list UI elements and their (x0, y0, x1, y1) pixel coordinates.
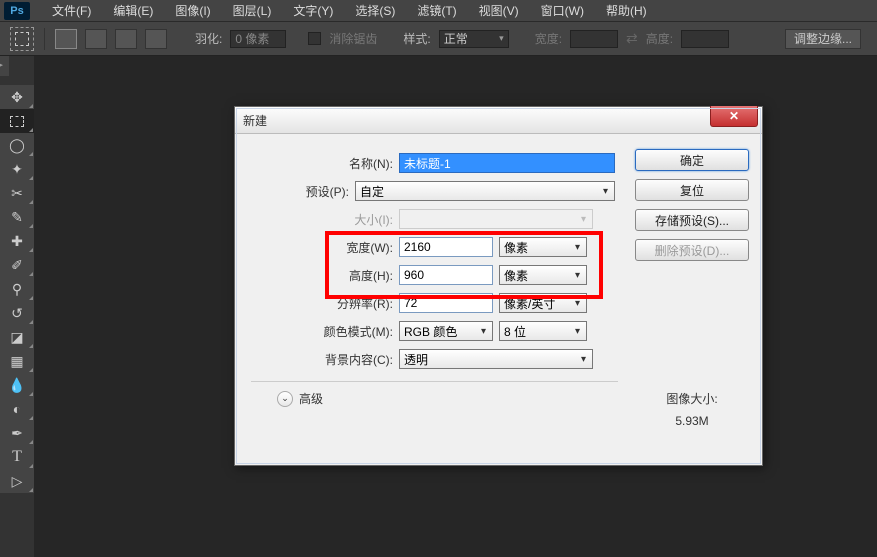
colormode-select[interactable]: RGB 颜色 (399, 321, 493, 341)
height-input[interactable] (399, 265, 493, 285)
options-bar: 羽化: 0 像素 消除锯齿 样式: 正常 宽度: ⇄ 高度: 调整边缘... (0, 21, 877, 56)
path-select-tool[interactable]: ▷ (0, 469, 34, 493)
tool-preset-icon[interactable] (10, 27, 34, 51)
menu-window[interactable]: 窗口(W) (531, 0, 594, 21)
save-preset-button[interactable]: 存储预设(S)... (635, 209, 749, 231)
menu-file[interactable]: 文件(F) (42, 0, 101, 21)
move-tool[interactable]: ✥ (0, 85, 34, 109)
menu-view[interactable]: 视图(V) (469, 0, 529, 21)
text-tool[interactable]: T (0, 445, 34, 469)
stamp-tool[interactable]: ⚲ (0, 277, 34, 301)
menu-edit[interactable]: 编辑(E) (103, 0, 163, 21)
opt-width-input (570, 30, 618, 48)
width-label: 宽度(W): (245, 239, 393, 256)
dialog-titlebar[interactable]: 新建 ✕ (235, 107, 762, 134)
swap-icon: ⇄ (626, 30, 638, 47)
selection-subtract-button[interactable] (115, 29, 137, 49)
opt-height-input (681, 30, 729, 48)
style-label: 样式: (403, 30, 430, 47)
menu-filter[interactable]: 滤镜(T) (407, 0, 466, 21)
width-unit-select[interactable]: 像素 (499, 237, 587, 257)
heal-tool[interactable]: ✚ (0, 229, 34, 253)
close-button[interactable]: ✕ (710, 106, 758, 127)
advanced-toggle[interactable]: ⌄ 高级 (277, 390, 624, 407)
preset-label: 预设(P): (245, 183, 349, 200)
menu-help[interactable]: 帮助(H) (596, 0, 657, 21)
menu-bar: Ps 文件(F) 编辑(E) 图像(I) 图层(L) 文字(Y) 选择(S) 滤… (0, 0, 877, 21)
dock-expand-icon[interactable] (0, 56, 9, 76)
reset-button[interactable]: 复位 (635, 179, 749, 201)
dodge-tool[interactable]: ◐ (0, 397, 34, 421)
height-unit-select[interactable]: 像素 (499, 265, 587, 285)
resolution-unit-select[interactable]: 像素/英寸 (499, 293, 587, 313)
brush-tool[interactable]: ✐ (0, 253, 34, 277)
bitdepth-select[interactable]: 8 位 (499, 321, 587, 341)
delete-preset-button: 删除预设(D)... (635, 239, 749, 261)
filesize-label: 图像大小: (666, 389, 717, 411)
background-select[interactable]: 透明 (399, 349, 593, 369)
width-input[interactable] (399, 237, 493, 257)
resolution-label: 分辨率(R): (245, 295, 393, 312)
filesize-value: 5.93M (666, 411, 717, 433)
gradient-tool[interactable]: ▦ (0, 349, 34, 373)
selection-new-button[interactable] (55, 29, 77, 49)
refine-edge-button[interactable]: 调整边缘... (785, 29, 861, 49)
toolbox: ✥ ◯ ✦ ✂ ✎ ✚ ✐ ⚲ ↺ ◪ ▦ 💧 ◐ ✒ T ▷ (0, 85, 34, 493)
size-select (399, 209, 593, 229)
antialias-checkbox[interactable] (308, 32, 321, 45)
dialog-title: 新建 (243, 112, 267, 129)
menu-layer[interactable]: 图层(L) (223, 0, 282, 21)
preset-select[interactable]: 自定 (355, 181, 615, 201)
lasso-tool[interactable]: ◯ (0, 133, 34, 157)
ok-button[interactable]: 确定 (635, 149, 749, 171)
menu-image[interactable]: 图像(I) (165, 0, 220, 21)
size-label: 大小(I): (245, 211, 393, 228)
height-label: 高度(H): (245, 267, 393, 284)
feather-label: 羽化: (195, 30, 222, 47)
opt-height-label: 高度: (646, 30, 673, 47)
chevron-down-icon: ⌄ (277, 391, 293, 407)
new-document-dialog: 新建 ✕ 名称(N): 预设(P): 自定 大小(I): 宽度(W): 像素 (234, 106, 763, 466)
selection-intersect-button[interactable] (145, 29, 167, 49)
blur-tool[interactable]: 💧 (0, 373, 34, 397)
name-input[interactable] (399, 153, 615, 173)
menu-type[interactable]: 文字(Y) (283, 0, 343, 21)
selection-add-button[interactable] (85, 29, 107, 49)
colormode-label: 颜色模式(M): (245, 323, 393, 340)
wand-tool[interactable]: ✦ (0, 157, 34, 181)
resolution-input[interactable] (399, 293, 493, 313)
eyedropper-tool[interactable]: ✎ (0, 205, 34, 229)
name-label: 名称(N): (245, 155, 393, 172)
background-label: 背景内容(C): (245, 351, 393, 368)
pen-tool[interactable]: ✒ (0, 421, 34, 445)
style-select[interactable]: 正常 (439, 30, 509, 48)
marquee-tool[interactable] (0, 109, 34, 133)
eraser-tool[interactable]: ◪ (0, 325, 34, 349)
crop-tool[interactable]: ✂ (0, 181, 34, 205)
history-brush-tool[interactable]: ↺ (0, 301, 34, 325)
app-logo: Ps (4, 2, 30, 20)
menu-select[interactable]: 选择(S) (345, 0, 405, 21)
advanced-label: 高级 (299, 390, 323, 407)
opt-width-label: 宽度: (535, 30, 562, 47)
antialias-label: 消除锯齿 (329, 30, 377, 47)
feather-input[interactable]: 0 像素 (230, 30, 286, 48)
